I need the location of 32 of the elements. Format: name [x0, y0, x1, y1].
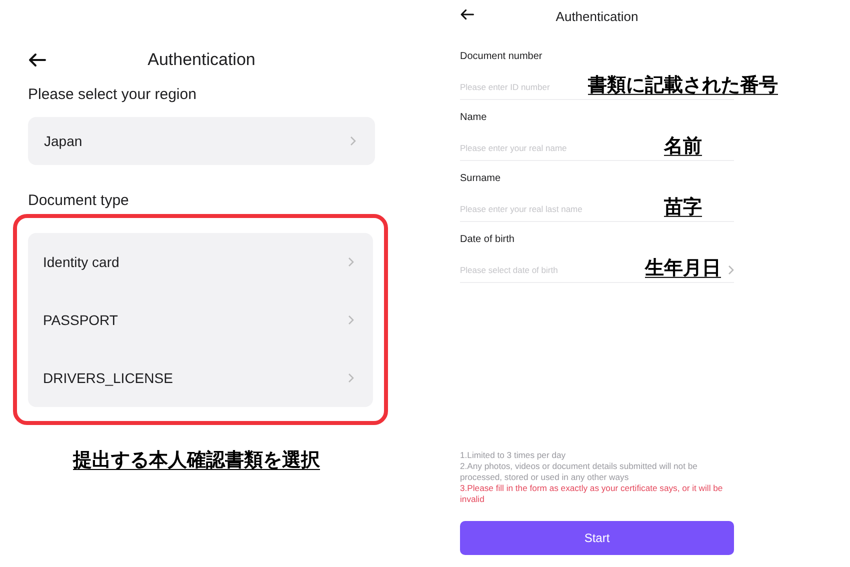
- chevron-icon: [348, 257, 354, 267]
- chevron-icon: [728, 265, 734, 275]
- field-label: Surname: [460, 172, 502, 186]
- annotation-text: 提出する本人確認書類を選択: [73, 448, 320, 473]
- document-type-option[interactable]: DRIVERS_LICENSE: [28, 349, 373, 407]
- document-type-option[interactable]: PASSPORT: [28, 291, 373, 349]
- back-arrow-icon[interactable]: [28, 53, 46, 67]
- annotation-text: 書類に記載された番号: [588, 74, 778, 97]
- info-note: 2.Any photos, videos or document details submitted will not be processed, stored or used in any other ways: [460, 461, 698, 483]
- input-field[interactable]: Please enter your real name: [460, 143, 580, 153]
- input-field[interactable]: Please enter your real last name: [460, 204, 602, 214]
- chevron-icon: [348, 315, 354, 325]
- field-label: Date of birth: [460, 233, 516, 247]
- annotation-text: 生年月日: [645, 258, 721, 280]
- input-field[interactable]: Please enter ID number: [460, 82, 558, 92]
- date-picker-field[interactable]: Please select date of birth: [460, 265, 580, 275]
- field-label: Name: [460, 111, 488, 125]
- chevron-icon: [348, 373, 354, 383]
- warning-note: 3.Please fill in the form as exactly as your certificate says, or it will be invalid: [460, 483, 724, 505]
- annotation-text: 苗字: [664, 196, 702, 219]
- screen-title: Authentication: [148, 50, 256, 70]
- document-type-option[interactable]: Identity card: [28, 233, 373, 291]
- document-type-label: Document type: [28, 191, 130, 211]
- field-label: Document number: [460, 50, 544, 64]
- info-note: 1.Limited to 3 times per day: [460, 450, 567, 461]
- screen-title: Authentication: [556, 8, 638, 24]
- region-selector[interactable]: Japan: [28, 117, 375, 165]
- chevron-icon: [350, 136, 356, 146]
- back-arrow-icon[interactable]: [460, 9, 474, 20]
- start-button[interactable]: Start: [460, 521, 734, 555]
- region-label: Please select your region: [28, 85, 198, 105]
- annotation-text: 名前: [664, 136, 702, 158]
